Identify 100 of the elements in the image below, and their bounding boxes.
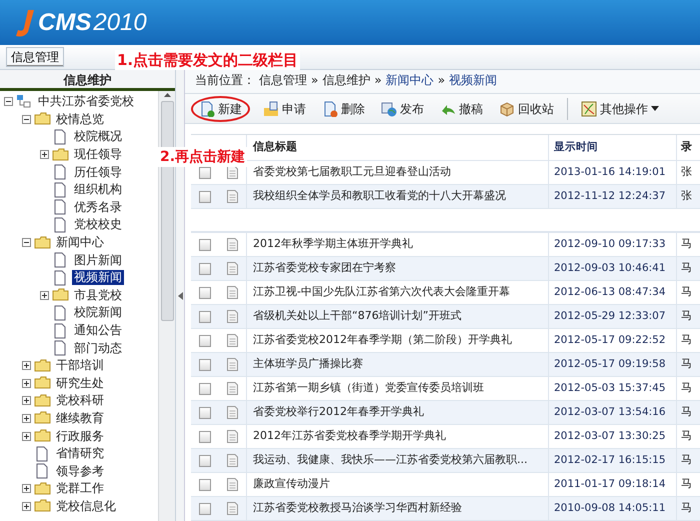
- title-cell[interactable]: 省级机关处以上干部“876培训计划”开班式: [246, 305, 548, 328]
- row-checkbox[interactable]: [199, 334, 211, 346]
- expand-icon[interactable]: [22, 432, 31, 441]
- table-cell: 马: [676, 305, 700, 328]
- tree-item[interactable]: 党群工作: [54, 481, 106, 496]
- table-cell: 马: [676, 473, 700, 496]
- expand-icon[interactable]: [22, 361, 31, 370]
- row-checkbox[interactable]: [199, 238, 211, 250]
- column-header[interactable]: 显示时间: [548, 135, 676, 160]
- table-cell: 马: [676, 329, 700, 352]
- row-checkbox[interactable]: [199, 502, 211, 514]
- tree-item[interactable]: 视频新闻: [72, 270, 124, 286]
- folder-icon: [34, 392, 51, 409]
- expand-icon[interactable]: [22, 378, 31, 388]
- title-cell[interactable]: 2012年秋季学期主体班开学典礼: [246, 233, 548, 256]
- toolbar-button[interactable]: 申请: [260, 98, 309, 120]
- document-icon: [227, 478, 238, 491]
- title-cell[interactable]: 江苏省第一期乡镇（街道）党委宣传委员培训班: [246, 377, 548, 400]
- title-cell[interactable]: 省委党校举行2012年春季开学典礼: [246, 401, 548, 424]
- tree-item[interactable]: 校情总览: [54, 112, 106, 127]
- logo-text: CMS: [38, 8, 92, 38]
- expand-icon[interactable]: [22, 414, 31, 423]
- expand-icon[interactable]: [40, 150, 49, 160]
- tree-item[interactable]: 省情研究: [54, 446, 106, 462]
- collapse-icon[interactable]: [22, 114, 31, 124]
- table-cell: 马: [676, 497, 700, 520]
- tree-item[interactable]: 图片新闻: [72, 252, 124, 268]
- row-checkbox[interactable]: [199, 286, 211, 298]
- document-icon: [227, 310, 238, 323]
- time-cell: 2012-09-10 09:17:33: [548, 233, 676, 256]
- logo-year: 2010: [93, 8, 147, 38]
- tree-item[interactable]: 党校信息化: [54, 498, 118, 514]
- column-header[interactable]: 录: [676, 135, 700, 160]
- tree-item[interactable]: 部门动态: [72, 340, 124, 356]
- tree-item[interactable]: 中共江苏省委党校: [36, 94, 136, 110]
- table-cell: 张: [676, 185, 700, 208]
- time-cell: 2013-01-16 14:19:01: [548, 161, 676, 184]
- expand-icon[interactable]: [22, 396, 31, 406]
- toolbar-button[interactable]: 删除: [319, 98, 368, 120]
- folder-icon: [52, 287, 69, 304]
- title-cell[interactable]: 我运动、我健康、我快乐——江苏省委党校第六届教职...: [246, 449, 548, 472]
- breadcrumb-text: 当前位置：: [195, 72, 255, 90]
- tree-item[interactable]: 校院概况: [72, 129, 124, 144]
- tree-item[interactable]: 领导参考: [54, 464, 106, 479]
- menu-button[interactable]: 其他操作: [578, 98, 662, 120]
- breadcrumb-separator: »: [438, 72, 446, 90]
- breadcrumb-link[interactable]: 视频新闻: [449, 71, 498, 90]
- expand-icon[interactable]: [40, 290, 49, 300]
- document-icon: [227, 190, 238, 203]
- time-cell: 2012-05-03 15:37:45: [548, 377, 676, 400]
- row-checkbox[interactable]: [199, 382, 211, 394]
- expand-icon[interactable]: [22, 484, 31, 494]
- tree-item[interactable]: 干部培训: [54, 358, 106, 374]
- title-cell[interactable]: 廉政宣传动漫片: [246, 473, 548, 496]
- row-checkbox[interactable]: [199, 430, 211, 442]
- tree-item[interactable]: 行政服务: [54, 428, 106, 444]
- row-checkbox[interactable]: [199, 166, 211, 178]
- collapse-icon[interactable]: [22, 238, 31, 248]
- time-cell: 2012-05-17 09:19:58: [548, 353, 676, 376]
- tree-item[interactable]: 校院新闻: [72, 305, 124, 320]
- toolbar-button[interactable]: 撤稿: [437, 98, 486, 120]
- collapse-arrow-icon[interactable]: [178, 292, 182, 300]
- expand-icon[interactable]: [22, 502, 31, 511]
- document-icon: [227, 238, 238, 251]
- scrollbar[interactable]: [158, 91, 175, 521]
- tree-item[interactable]: 优秀名录: [72, 200, 124, 215]
- tree-item[interactable]: 党校校史: [72, 217, 124, 232]
- tree-item[interactable]: 组织机构: [72, 182, 124, 198]
- row-checkbox[interactable]: [199, 454, 211, 466]
- tree-item[interactable]: 党校科研: [54, 393, 106, 408]
- row-checkbox[interactable]: [199, 406, 211, 418]
- row-checkbox[interactable]: [199, 358, 211, 370]
- title-cell[interactable]: 江苏卫视-中国少先队江苏省第六次代表大会隆重开幕: [246, 281, 548, 304]
- toolbar-button[interactable]: 回收站: [496, 98, 557, 120]
- title-cell[interactable]: 江苏省委党校2012年春季学期（第二阶段）开学典礼: [246, 329, 548, 352]
- tree-item[interactable]: 新闻中心: [54, 235, 106, 250]
- row-checkbox[interactable]: [199, 478, 211, 490]
- tree-item[interactable]: 通知公告: [72, 323, 124, 338]
- tree-item[interactable]: 继续教育: [54, 410, 106, 426]
- tree-item[interactable]: 现任领导: [72, 147, 124, 162]
- row-checkbox[interactable]: [199, 262, 211, 274]
- title-cell[interactable]: 江苏省委党校专家团在宁考察: [246, 257, 548, 280]
- row-checkbox[interactable]: [199, 190, 211, 202]
- title-cell[interactable]: 江苏省委党校教授马治谈学习华西村新经验: [246, 497, 548, 520]
- time-cell: 2012-11-12 12:24:37: [548, 185, 676, 208]
- title-cell[interactable]: 我校组织全体学员和教职工收看党的十八大开幕盛况: [246, 185, 548, 208]
- time-cell: 2012-05-29 12:33:07: [548, 305, 676, 328]
- time-cell: 2012-03-07 13:30:25: [548, 425, 676, 448]
- row-checkbox[interactable]: [199, 310, 211, 322]
- menu-tab[interactable]: 信息管理: [6, 47, 64, 67]
- tree-item[interactable]: 研究生处: [54, 376, 106, 391]
- tree-item[interactable]: 市县党校: [72, 288, 124, 303]
- title-cell[interactable]: 主体班学员广播操比赛: [246, 353, 548, 376]
- toolbar-button[interactable]: 新建: [191, 96, 250, 122]
- tree-item[interactable]: 历任领导: [72, 164, 124, 180]
- collapse-icon[interactable]: [4, 97, 13, 106]
- toolbar-button[interactable]: 发布: [378, 98, 427, 120]
- breadcrumb-link[interactable]: 新闻中心: [386, 71, 434, 90]
- time-cell: 2012-06-13 08:47:34: [548, 281, 676, 304]
- title-cell[interactable]: 2012年江苏省委党校春季学期开学典礼: [246, 425, 548, 448]
